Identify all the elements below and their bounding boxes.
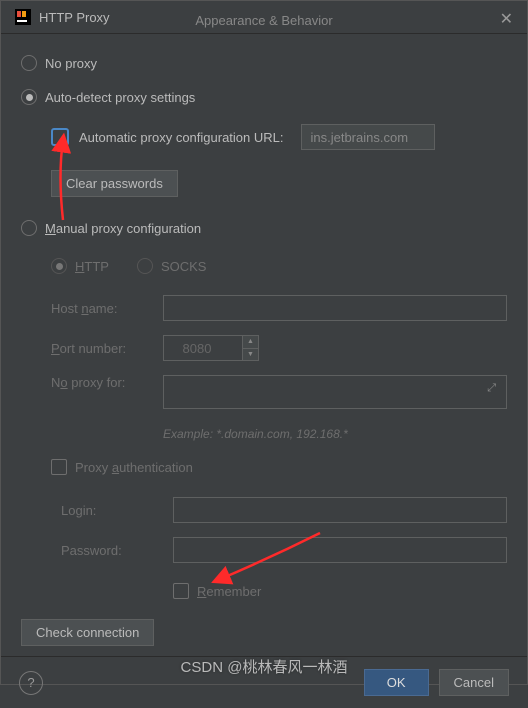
cancel-button[interactable]: Cancel	[439, 669, 509, 696]
pac-label: Automatic proxy configuration URL:	[79, 130, 283, 145]
check-connection-button[interactable]: Check connection	[21, 619, 154, 646]
host-label: Host name:	[51, 301, 151, 316]
password-label: Password:	[61, 543, 161, 558]
pac-url-input[interactable]	[301, 124, 435, 150]
expand-icon[interactable]: ⤢	[483, 382, 500, 395]
http-proxy-dialog: HTTP Proxy ✕ No proxy Auto-detect proxy …	[0, 0, 528, 685]
app-icon	[15, 9, 31, 25]
host-input[interactable]	[163, 295, 507, 321]
remember-label: Remember	[197, 584, 261, 599]
help-icon[interactable]: ?	[19, 671, 43, 695]
socks-option[interactable]: SOCKS	[137, 258, 207, 274]
radio-icon	[21, 220, 37, 236]
login-row: Login:	[61, 497, 507, 523]
pac-checkbox[interactable]	[51, 128, 69, 146]
noproxy-input[interactable]: ⤢	[163, 375, 507, 409]
login-input[interactable]	[173, 497, 507, 523]
no-proxy-label: No proxy	[45, 56, 97, 71]
remember-row[interactable]: Remember	[173, 583, 507, 599]
port-spinner[interactable]: ▲▼	[243, 335, 259, 361]
manual-section: HTTP SOCKS Host name: Port number: ▲▼	[51, 255, 507, 599]
auth-checkbox[interactable]	[51, 459, 67, 475]
no-proxy-option[interactable]: No proxy	[21, 55, 507, 71]
password-input[interactable]	[173, 537, 507, 563]
pac-url-row: Automatic proxy configuration URL:	[51, 124, 507, 150]
port-input[interactable]	[163, 335, 243, 361]
login-label: Login:	[61, 503, 161, 518]
radio-icon	[51, 258, 67, 274]
auto-detect-label: Auto-detect proxy settings	[45, 90, 195, 105]
dialog-content: No proxy Auto-detect proxy settings Auto…	[1, 34, 527, 656]
example-text: Example: *.domain.com, 192.168.*	[163, 427, 507, 441]
http-label: HTTP	[75, 259, 109, 274]
port-row: Port number: ▲▼	[51, 335, 507, 361]
remember-checkbox[interactable]	[173, 583, 189, 599]
close-icon[interactable]: ✕	[500, 9, 513, 29]
noproxy-row: No proxy for: ⤢	[51, 375, 507, 409]
clear-passwords-button[interactable]: Clear passwords	[51, 170, 178, 197]
manual-label: Manual proxy configuration	[45, 221, 201, 236]
radio-icon	[21, 55, 37, 71]
password-row: Password:	[61, 537, 507, 563]
ok-button[interactable]: OK	[364, 669, 429, 696]
dialog-title: HTTP Proxy	[39, 10, 110, 25]
http-option[interactable]: HTTP	[51, 258, 109, 274]
manual-option[interactable]: Manual proxy configuration	[21, 220, 507, 236]
radio-icon	[137, 258, 153, 274]
auth-row[interactable]: Proxy authentication	[51, 459, 507, 475]
radio-icon	[21, 89, 37, 105]
auth-label: Proxy authentication	[75, 460, 193, 475]
noproxy-label: No proxy for:	[51, 375, 151, 390]
socks-label: SOCKS	[161, 259, 207, 274]
auto-detect-option[interactable]: Auto-detect proxy settings	[21, 89, 507, 105]
port-label: Port number:	[51, 341, 151, 356]
titlebar: HTTP Proxy ✕	[1, 1, 527, 34]
watermark: CSDN @桃林春风一林酒	[181, 656, 348, 677]
host-row: Host name:	[51, 295, 507, 321]
